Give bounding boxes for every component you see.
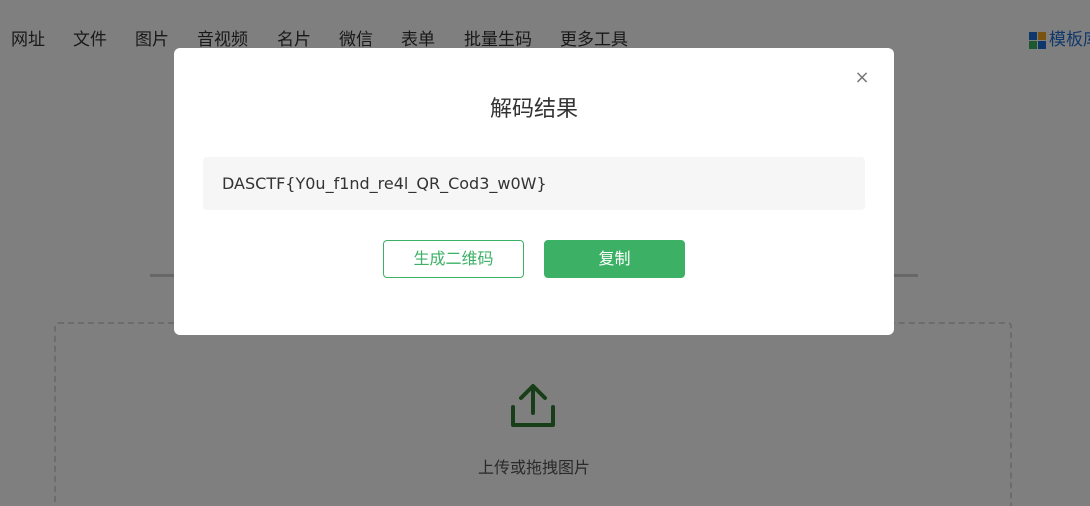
decode-result-text[interactable]: DASCTF{Y0u_f1nd_re4l_QR_Cod3_w0W} — [203, 157, 865, 210]
copy-button[interactable]: 复制 — [544, 240, 685, 278]
decode-result-dialog: × 解码结果 DASCTF{Y0u_f1nd_re4l_QR_Cod3_w0W}… — [174, 48, 894, 335]
dialog-title: 解码结果 — [489, 97, 578, 122]
generate-qr-button[interactable]: 生成二维码 — [383, 240, 524, 278]
close-icon[interactable]: × — [852, 66, 872, 90]
page: 网址 文件 图片 音视频 名片 微信 表单 批量生码 更多工具 模板库 上传或拖… — [0, 0, 1090, 506]
